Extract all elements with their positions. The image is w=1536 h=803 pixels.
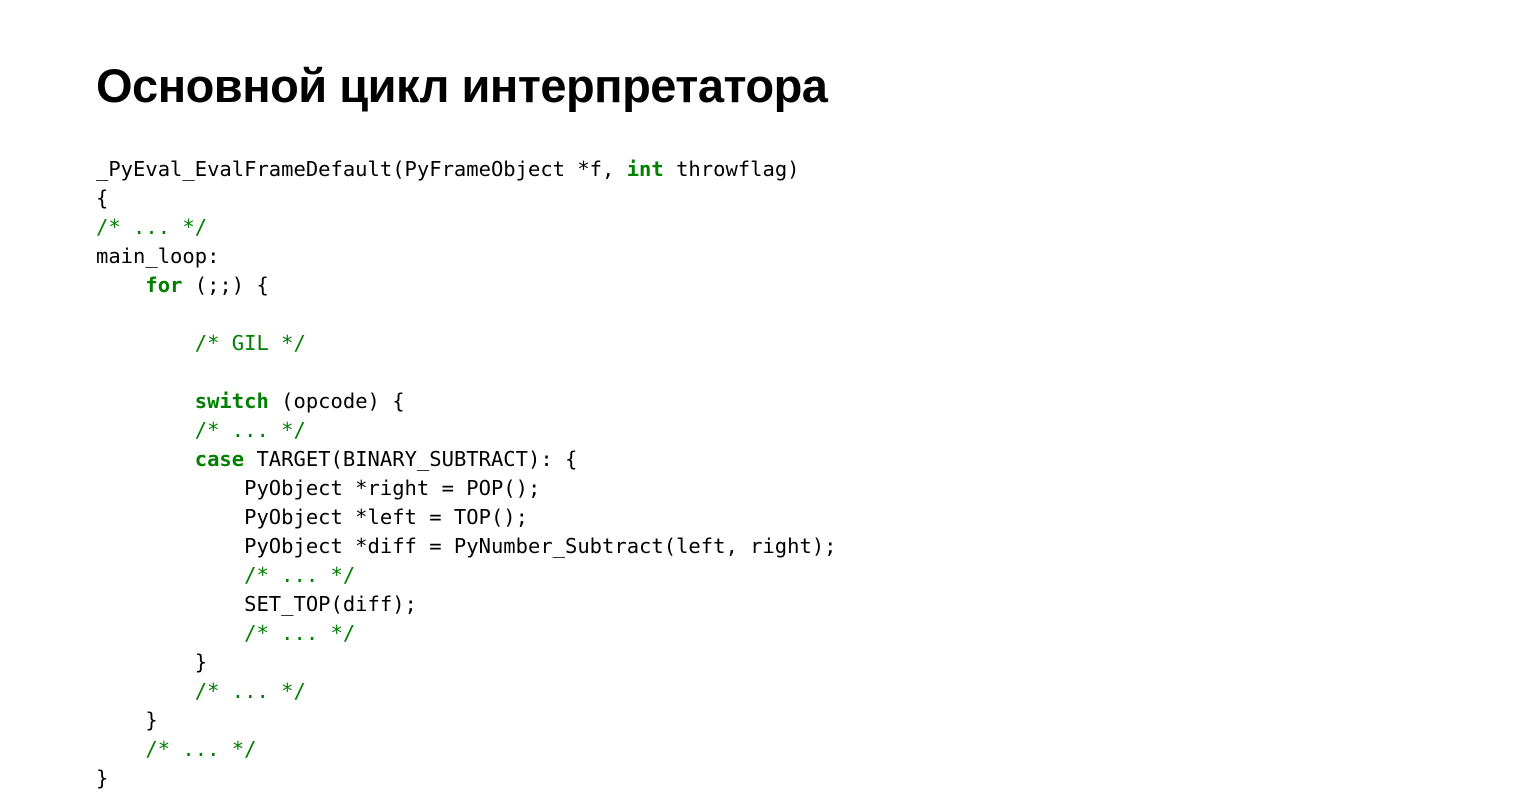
code-token: } — [96, 708, 158, 732]
code-token: } — [96, 650, 207, 674]
code-token: switch — [195, 389, 269, 413]
code-token: throwflag) — [664, 157, 800, 181]
code-token: PyObject *right = POP(); — [96, 476, 540, 500]
code-token: } — [96, 766, 108, 790]
code-token: { — [96, 186, 108, 210]
code-token — [96, 737, 145, 761]
code-token: /* ... */ — [145, 737, 256, 761]
code-token: case — [195, 447, 244, 471]
code-token: TARGET(BINARY_SUBTRACT): { — [244, 447, 577, 471]
code-token: (opcode) { — [269, 389, 405, 413]
code-token: /* GIL */ — [195, 331, 306, 355]
code-token — [96, 447, 195, 471]
code-token: SET_TOP(diff); — [96, 592, 417, 616]
code-token: int — [627, 157, 664, 181]
code-token — [96, 621, 244, 645]
code-token — [96, 389, 195, 413]
code-token: /* ... */ — [244, 621, 355, 645]
code-token: for — [145, 273, 182, 297]
code-token: /* ... */ — [195, 418, 306, 442]
code-token — [96, 679, 195, 703]
code-token: /* ... */ — [195, 679, 306, 703]
code-token — [96, 563, 244, 587]
slide-title: Основной цикл интерпретатора — [96, 58, 1440, 113]
code-token — [96, 273, 145, 297]
code-block: _PyEval_EvalFrameDefault(PyFrameObject *… — [96, 155, 1440, 793]
code-token: _PyEval_EvalFrameDefault(PyFrameObject *… — [96, 157, 627, 181]
code-token: /* ... */ — [96, 215, 207, 239]
code-token — [96, 418, 195, 442]
code-token: PyObject *left = TOP(); — [96, 505, 528, 529]
code-token: main_loop: — [96, 244, 219, 268]
code-token — [96, 331, 195, 355]
code-token: /* ... */ — [244, 563, 355, 587]
code-token: PyObject *diff = PyNumber_Subtract(left,… — [96, 534, 837, 558]
code-token: (;;) { — [182, 273, 268, 297]
